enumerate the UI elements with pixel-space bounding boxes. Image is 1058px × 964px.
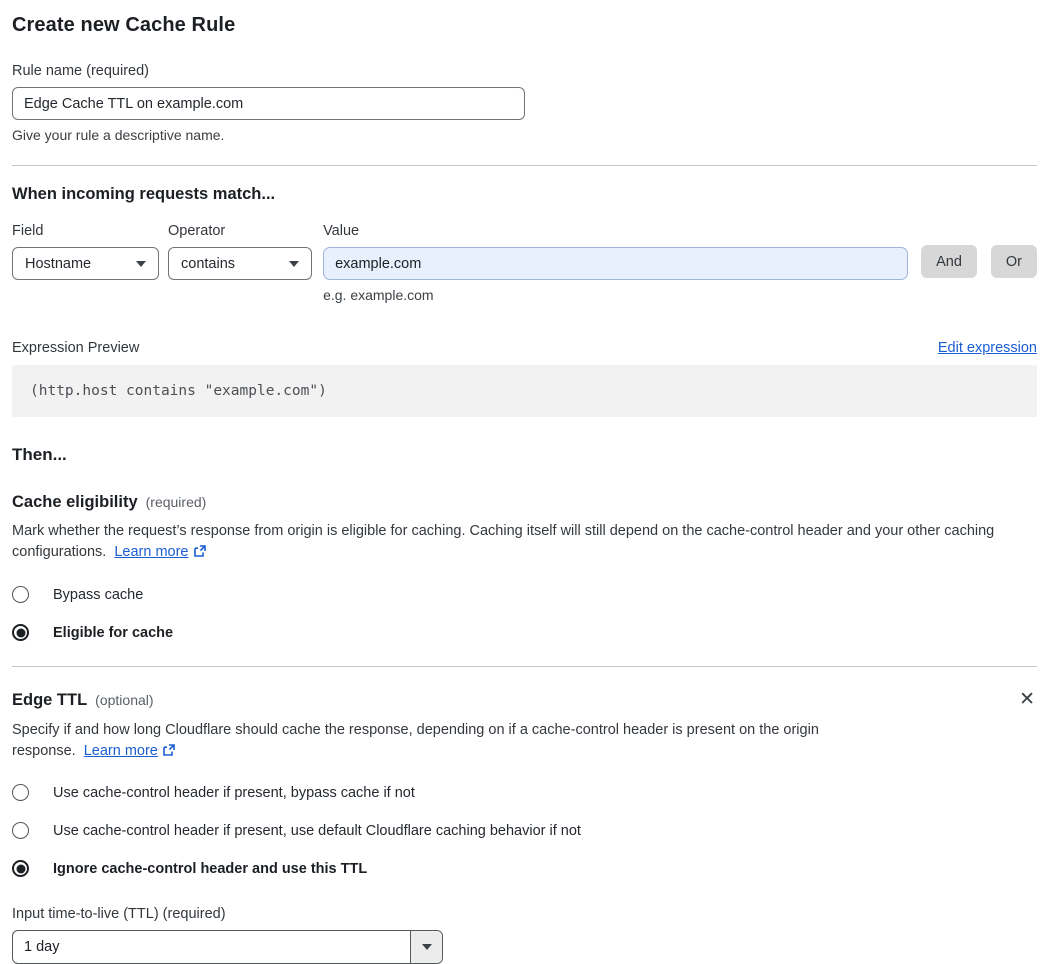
expression-code: (http.host contains "example.com") xyxy=(12,365,1037,417)
operator-select-value: contains xyxy=(181,255,236,272)
radio-use-header-default[interactable]: Use cache-control header if present, use… xyxy=(12,822,1037,839)
expression-preview-label: Expression Preview xyxy=(12,340,140,356)
value-input[interactable]: example.com xyxy=(323,247,909,280)
chevron-down-icon xyxy=(421,944,432,950)
match-heading: When incoming requests match... xyxy=(12,185,276,203)
ttl-select-value: 1 day xyxy=(24,939,60,955)
value-help: e.g. example.com xyxy=(323,287,434,303)
chevron-down-icon xyxy=(289,260,300,267)
ttl-select-arrow-button[interactable] xyxy=(410,931,442,963)
radio-checked-icon[interactable] xyxy=(12,860,29,877)
edit-expression-link[interactable]: Edit expression xyxy=(938,340,1037,356)
then-heading: Then... xyxy=(12,445,67,464)
cache-eligibility-learn-more-link[interactable]: Learn more xyxy=(114,544,188,560)
operator-label: Operator xyxy=(168,223,226,239)
match-row: Field Hostname Operator contains Value e… xyxy=(12,223,1037,303)
radio-label: Bypass cache xyxy=(53,586,144,603)
divider-edge-ttl xyxy=(12,666,1037,667)
ttl-label: Input time-to-live (TTL) (required) xyxy=(12,906,226,922)
expression-header: Expression Preview Edit expression xyxy=(12,340,1037,356)
edge-ttl-header: Edge TTL (optional) ✕ xyxy=(12,688,1037,711)
page-title: Create new Cache Rule xyxy=(12,14,236,36)
rule-name-input-value: Edge Cache TTL on example.com xyxy=(24,95,244,112)
chevron-down-icon xyxy=(136,260,147,267)
field-select[interactable]: Hostname xyxy=(12,247,160,280)
external-link-icon xyxy=(162,743,176,764)
radio-icon[interactable] xyxy=(12,784,29,801)
and-button[interactable]: And xyxy=(921,245,977,278)
divider-top xyxy=(12,165,1037,166)
radio-label: Eligible for cache xyxy=(53,624,174,641)
radio-icon[interactable] xyxy=(12,822,29,839)
field-select-value: Hostname xyxy=(25,255,92,272)
edge-ttl-learn-more-link[interactable]: Learn more xyxy=(84,743,158,759)
operator-select[interactable]: contains xyxy=(168,247,313,280)
or-button[interactable]: Or xyxy=(990,245,1037,278)
external-link-icon xyxy=(193,544,207,565)
radio-ignore-header-ttl[interactable]: Ignore cache-control header and use this… xyxy=(12,860,1037,877)
cache-eligibility-header: Cache eligibility (required) xyxy=(12,493,1037,512)
radio-label: Use cache-control header if present, byp… xyxy=(53,784,415,801)
edge-ttl-qualifier: (optional) xyxy=(95,692,154,708)
value-input-value: example.com xyxy=(335,255,422,272)
cache-eligibility-title: Cache eligibility xyxy=(12,493,138,511)
rule-name-section: Rule name (required) Edge Cache TTL on e… xyxy=(12,63,1037,143)
cache-eligibility-qualifier: (required) xyxy=(145,494,207,510)
edge-ttl-title: Edge TTL xyxy=(12,691,88,709)
radio-bypass-cache[interactable]: Bypass cache xyxy=(12,586,1037,603)
value-label: Value xyxy=(323,223,360,239)
edge-ttl-description: Specify if and how long Cloudflare shoul… xyxy=(12,720,852,764)
ttl-select[interactable]: 1 day xyxy=(12,930,443,964)
close-icon[interactable]: ✕ xyxy=(1017,688,1037,711)
radio-label: Use cache-control header if present, use… xyxy=(53,822,581,839)
rule-name-label: Rule name (required) xyxy=(12,63,150,79)
radio-icon[interactable] xyxy=(12,586,29,603)
rule-name-help: Give your rule a descriptive name. xyxy=(12,127,225,143)
field-label: Field xyxy=(12,223,44,239)
radio-label: Ignore cache-control header and use this… xyxy=(53,860,368,877)
rule-name-input[interactable]: Edge Cache TTL on example.com xyxy=(12,87,525,120)
radio-use-header-bypass[interactable]: Use cache-control header if present, byp… xyxy=(12,784,1037,801)
radio-eligible-for-cache[interactable]: Eligible for cache xyxy=(12,624,1037,641)
cache-eligibility-description: Mark whether the request’s response from… xyxy=(12,521,1037,565)
radio-checked-icon[interactable] xyxy=(12,624,29,641)
